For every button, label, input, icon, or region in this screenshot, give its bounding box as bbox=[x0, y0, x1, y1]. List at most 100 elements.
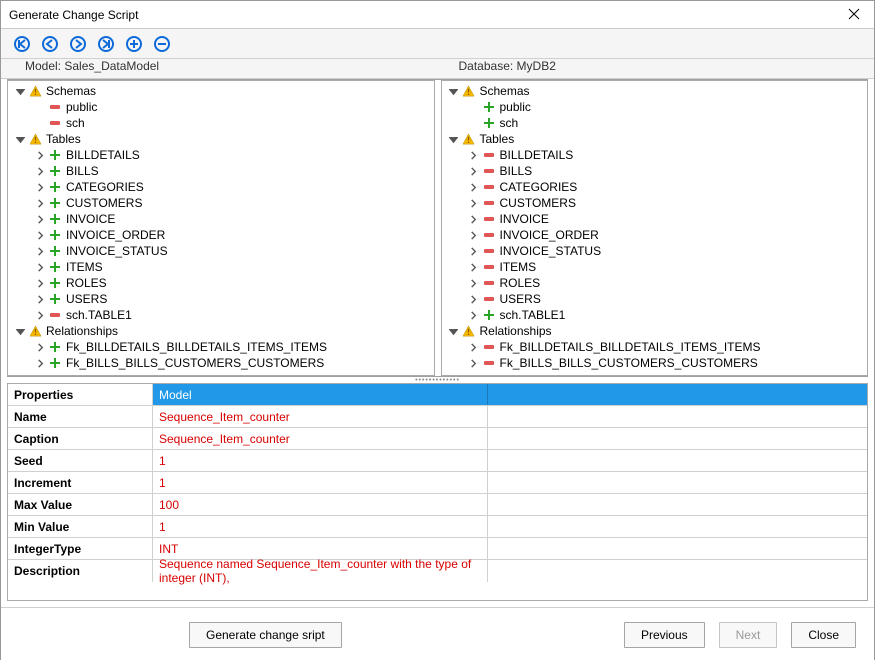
property-db-value bbox=[488, 516, 867, 537]
chevron-down-icon[interactable] bbox=[448, 325, 460, 337]
tree-node[interactable]: INVOICE bbox=[8, 211, 434, 227]
tree-node[interactable]: INVOICE_STATUS bbox=[442, 243, 868, 259]
tree-node[interactable]: Fk_BILLDETAILS_BILLDETAILS_ITEMS_ITEMS bbox=[8, 339, 434, 355]
last-icon[interactable] bbox=[97, 35, 115, 53]
chevron-right-icon[interactable] bbox=[34, 165, 46, 177]
chevron-right-icon[interactable] bbox=[34, 357, 46, 369]
database-tree[interactable]: SchemaspublicschTablesBILLDETAILSBILLSCA… bbox=[441, 80, 869, 376]
chevron-none bbox=[468, 117, 480, 129]
next-button: Next bbox=[719, 622, 778, 648]
chevron-down-icon[interactable] bbox=[14, 133, 26, 145]
property-db-value bbox=[488, 472, 867, 493]
chevron-right-icon[interactable] bbox=[468, 165, 480, 177]
chevron-right-icon[interactable] bbox=[468, 277, 480, 289]
property-name: Description bbox=[8, 560, 153, 582]
tree-node[interactable]: Fk_BILLDETAILS_BILLDETAILS_ITEMS_ITEMS bbox=[442, 339, 868, 355]
window-title: Generate Change Script bbox=[9, 8, 138, 22]
tree-node[interactable]: Tables bbox=[8, 131, 434, 147]
tree-node[interactable]: Fk_BILLS_BILLS_CUSTOMERS_CUSTOMERS bbox=[8, 355, 434, 371]
tree-node-label: INVOICE_STATUS bbox=[66, 244, 168, 258]
minus-icon bbox=[482, 263, 496, 271]
chevron-none bbox=[34, 117, 46, 129]
chevron-right-icon[interactable] bbox=[34, 149, 46, 161]
tree-node[interactable]: ROLES bbox=[442, 275, 868, 291]
generate-button[interactable]: Generate change sript bbox=[189, 622, 342, 648]
tree-node[interactable]: CUSTOMERS bbox=[442, 195, 868, 211]
chevron-right-icon[interactable] bbox=[468, 357, 480, 369]
tree-node[interactable]: ITEMS bbox=[8, 259, 434, 275]
chevron-right-icon[interactable] bbox=[468, 213, 480, 225]
chevron-right-icon[interactable] bbox=[34, 197, 46, 209]
chevron-right-icon[interactable] bbox=[34, 309, 46, 321]
chevron-down-icon[interactable] bbox=[14, 325, 26, 337]
chevron-right-icon[interactable] bbox=[34, 213, 46, 225]
minus-icon bbox=[482, 343, 496, 351]
tree-node[interactable]: CATEGORIES bbox=[8, 179, 434, 195]
property-db-value bbox=[488, 538, 867, 559]
chevron-right-icon[interactable] bbox=[34, 245, 46, 257]
chevron-right-icon[interactable] bbox=[468, 229, 480, 241]
tree-node[interactable]: Tables bbox=[442, 131, 868, 147]
close-icon[interactable] bbox=[842, 3, 866, 27]
chevron-right-icon[interactable] bbox=[468, 293, 480, 305]
first-icon[interactable] bbox=[13, 35, 31, 53]
chevron-right-icon[interactable] bbox=[34, 341, 46, 353]
properties-grid[interactable]: Properties Model NameSequence_Item_count… bbox=[7, 383, 868, 601]
tree-node[interactable]: INVOICE_ORDER bbox=[8, 227, 434, 243]
property-model-value: 1 bbox=[153, 472, 488, 493]
chevron-right-icon[interactable] bbox=[468, 341, 480, 353]
chevron-right-icon[interactable] bbox=[34, 277, 46, 289]
plus-icon bbox=[48, 181, 62, 193]
tree-node[interactable]: BILLS bbox=[442, 163, 868, 179]
remove-icon[interactable] bbox=[153, 35, 171, 53]
tree-node[interactable]: Fk_BILLS_BILLS_CUSTOMERS_CUSTOMERS bbox=[442, 355, 868, 371]
close-button[interactable]: Close bbox=[791, 622, 856, 648]
tree-node-label: USERS bbox=[66, 292, 107, 306]
tree-node[interactable]: ITEMS bbox=[442, 259, 868, 275]
tree-node[interactable]: Relationships bbox=[8, 323, 434, 339]
previous-button[interactable]: Previous bbox=[624, 622, 705, 648]
chevron-right-icon[interactable] bbox=[34, 229, 46, 241]
tree-node[interactable]: BILLS bbox=[8, 163, 434, 179]
model-tree[interactable]: SchemaspublicschTablesBILLDETAILSBILLSCA… bbox=[7, 80, 435, 376]
tree-node[interactable]: public bbox=[442, 99, 868, 115]
prev-icon[interactable] bbox=[41, 35, 59, 53]
tree-node[interactable]: CATEGORIES bbox=[442, 179, 868, 195]
tree-node[interactable]: Schemas bbox=[442, 83, 868, 99]
chevron-down-icon[interactable] bbox=[448, 85, 460, 97]
tree-node[interactable]: sch.TABLE1 bbox=[8, 307, 434, 323]
chevron-right-icon[interactable] bbox=[468, 197, 480, 209]
tree-node[interactable]: ROLES bbox=[8, 275, 434, 291]
titlebar: Generate Change Script bbox=[1, 1, 874, 29]
chevron-right-icon[interactable] bbox=[468, 261, 480, 273]
tree-node-label: ROLES bbox=[500, 276, 541, 290]
tree-node[interactable]: public bbox=[8, 99, 434, 115]
chevron-down-icon[interactable] bbox=[14, 85, 26, 97]
tree-node[interactable]: USERS bbox=[442, 291, 868, 307]
chevron-right-icon[interactable] bbox=[34, 261, 46, 273]
tree-node[interactable]: sch bbox=[8, 115, 434, 131]
property-model-value: Sequence_Item_counter bbox=[153, 428, 488, 449]
tree-node[interactable]: INVOICE_ORDER bbox=[442, 227, 868, 243]
tree-node[interactable]: BILLDETAILS bbox=[442, 147, 868, 163]
tree-node[interactable]: INVOICE_STATUS bbox=[8, 243, 434, 259]
chevron-down-icon[interactable] bbox=[448, 133, 460, 145]
chevron-right-icon[interactable] bbox=[34, 293, 46, 305]
chevron-right-icon[interactable] bbox=[468, 245, 480, 257]
chevron-right-icon[interactable] bbox=[468, 181, 480, 193]
chevron-right-icon[interactable] bbox=[468, 309, 480, 321]
tree-node[interactable]: Relationships bbox=[442, 323, 868, 339]
add-icon[interactable] bbox=[125, 35, 143, 53]
next-icon[interactable] bbox=[69, 35, 87, 53]
tree-node[interactable]: sch bbox=[442, 115, 868, 131]
tree-node[interactable]: Schemas bbox=[8, 83, 434, 99]
chevron-right-icon[interactable] bbox=[468, 149, 480, 161]
tree-node[interactable]: INVOICE bbox=[442, 211, 868, 227]
tree-node[interactable]: CUSTOMERS bbox=[8, 195, 434, 211]
tree-node[interactable]: sch.TABLE1 bbox=[442, 307, 868, 323]
tree-node-label: sch bbox=[66, 116, 85, 130]
tree-node[interactable]: USERS bbox=[8, 291, 434, 307]
tree-node[interactable]: BILLDETAILS bbox=[8, 147, 434, 163]
chevron-right-icon[interactable] bbox=[34, 181, 46, 193]
warn-icon bbox=[462, 133, 476, 146]
